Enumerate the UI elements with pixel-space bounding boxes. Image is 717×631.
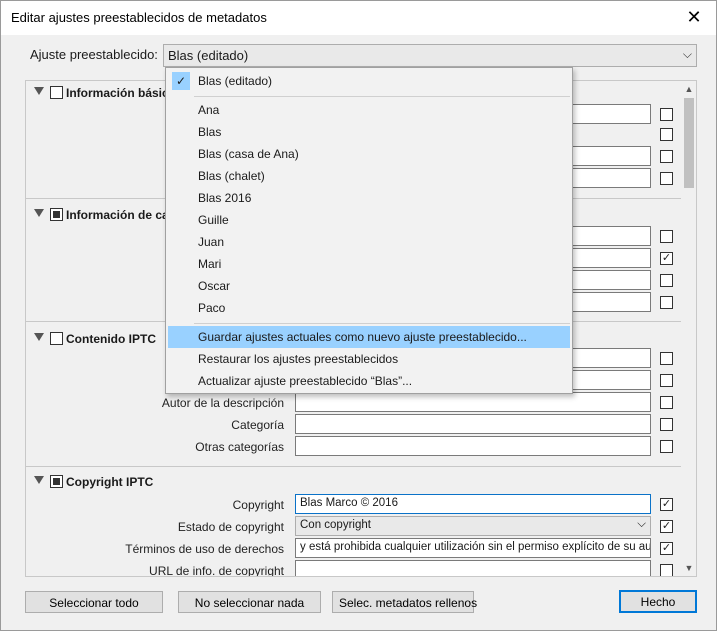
- title-bar: Editar ajustes preestablecidos de metada…: [1, 1, 716, 35]
- check-icon: ✓: [172, 72, 190, 90]
- copyright-label: Copyright: [232, 498, 284, 512]
- restore-presets-item[interactable]: Restaurar los ajustes preestablecidos: [166, 348, 572, 370]
- dropdown-item-preset[interactable]: Blas: [166, 121, 572, 143]
- row-checkbox[interactable]: ✓: [660, 498, 673, 511]
- select-all-button[interactable]: Seleccionar todo: [25, 591, 163, 613]
- usage-terms-label: Términos de uso de derechos: [125, 542, 284, 556]
- dropdown-item-preset[interactable]: Juan: [166, 231, 572, 253]
- other-categories-field[interactable]: [295, 436, 651, 456]
- row-checkbox[interactable]: [660, 230, 673, 243]
- row-checkbox[interactable]: [660, 128, 673, 141]
- scroll-up-icon[interactable]: ▲: [681, 81, 696, 97]
- expand-triangle-icon[interactable]: [34, 209, 44, 217]
- row-checkbox[interactable]: [660, 172, 673, 185]
- section-iptc-copyright: Copyright IPTC Copyright Blas Marco © 20…: [26, 467, 681, 577]
- copyright-status-select[interactable]: Con copyright ⌵: [295, 516, 651, 536]
- scroll-down-icon[interactable]: ▼: [681, 560, 696, 576]
- dropdown-item-preset[interactable]: Blas 2016: [166, 187, 572, 209]
- window-title: Editar ajustes preestablecidos de metada…: [11, 10, 267, 25]
- row-checkbox[interactable]: [660, 440, 673, 453]
- section-title: Contenido IPTC: [66, 332, 156, 346]
- dropdown-item-preset[interactable]: Blas (casa de Ana): [166, 143, 572, 165]
- separator: [194, 323, 570, 324]
- dropdown-item-preset[interactable]: Blas (chalet): [166, 165, 572, 187]
- dropdown-item-preset[interactable]: Ana: [166, 99, 572, 121]
- dropdown-item-preset[interactable]: Guille: [166, 209, 572, 231]
- select-filled-button[interactable]: Selec. metadatos rellenos: [332, 591, 477, 613]
- metadata-preset-dialog: Editar ajustes preestablecidos de metada…: [0, 0, 717, 631]
- row-checkbox[interactable]: ✓: [660, 542, 673, 555]
- section-checkbox[interactable]: [50, 332, 63, 345]
- copyright-status-value: Con copyright: [300, 519, 371, 531]
- row-checkbox[interactable]: ✓: [660, 252, 673, 265]
- section-title: Información de ca: [66, 208, 169, 222]
- expand-triangle-icon[interactable]: [34, 476, 44, 484]
- scroll-thumb[interactable]: [684, 98, 694, 188]
- save-as-new-preset-item[interactable]: Guardar ajustes actuales como nuevo ajus…: [168, 326, 570, 348]
- row-checkbox[interactable]: [660, 150, 673, 163]
- dropdown-item-preset[interactable]: Mari: [166, 253, 572, 275]
- section-checkbox[interactable]: [50, 475, 63, 488]
- section-checkbox[interactable]: [50, 86, 63, 99]
- expand-triangle-icon[interactable]: [34, 87, 44, 95]
- row-checkbox[interactable]: [660, 374, 673, 387]
- copyright-status-label: Estado de copyright: [177, 520, 284, 534]
- description-author-label: Autor de la descripción: [161, 396, 284, 410]
- section-title: Copyright IPTC: [66, 475, 154, 489]
- section-checkbox[interactable]: [50, 208, 63, 221]
- dropdown-item-label: Blas (editado): [198, 74, 273, 88]
- vertical-scrollbar[interactable]: ▲ ▼: [681, 81, 696, 576]
- row-checkbox[interactable]: [660, 352, 673, 365]
- row-checkbox[interactable]: [660, 396, 673, 409]
- preset-label: Ajuste preestablecido:: [30, 47, 158, 62]
- row-checkbox[interactable]: [660, 418, 673, 431]
- row-checkbox[interactable]: [660, 564, 673, 576]
- row-checkbox[interactable]: [660, 108, 673, 121]
- description-author-field[interactable]: [295, 392, 651, 412]
- copyright-url-label: URL de info. de copyright: [149, 564, 284, 577]
- usage-terms-field[interactable]: y está prohibida cualquier utilización s…: [295, 538, 651, 558]
- preset-select[interactable]: Blas (editado) ⌵: [163, 44, 697, 67]
- dropdown-item-preset[interactable]: Paco: [166, 297, 572, 319]
- category-label: Categoría: [231, 418, 284, 432]
- row-checkbox[interactable]: [660, 274, 673, 287]
- other-categories-label: Otras categorías: [195, 440, 284, 454]
- row-checkbox[interactable]: [660, 296, 673, 309]
- preset-value: Blas (editado): [168, 48, 249, 63]
- copyright-field[interactable]: Blas Marco © 2016: [295, 494, 651, 514]
- dropdown-item-selected[interactable]: ✓ Blas (editado): [166, 70, 572, 92]
- done-button[interactable]: Hecho: [619, 590, 697, 613]
- dropdown-item-preset[interactable]: Oscar: [166, 275, 572, 297]
- chevron-down-icon: ⌵: [637, 518, 646, 530]
- copyright-url-field[interactable]: [295, 560, 651, 576]
- category-field[interactable]: [295, 414, 651, 434]
- preset-dropdown-menu: ✓ Blas (editado) Ana Blas Blas (casa de …: [165, 67, 573, 394]
- expand-triangle-icon[interactable]: [34, 333, 44, 341]
- chevron-down-icon: ⌵: [682, 47, 692, 61]
- update-preset-item[interactable]: Actualizar ajuste preestablecido “Blas”.…: [166, 370, 572, 392]
- separator: [194, 96, 570, 97]
- select-none-button[interactable]: No seleccionar nada: [178, 591, 321, 613]
- section-title: Información básic: [66, 86, 169, 100]
- row-checkbox[interactable]: ✓: [660, 520, 673, 533]
- close-icon[interactable]: ✕: [672, 1, 716, 33]
